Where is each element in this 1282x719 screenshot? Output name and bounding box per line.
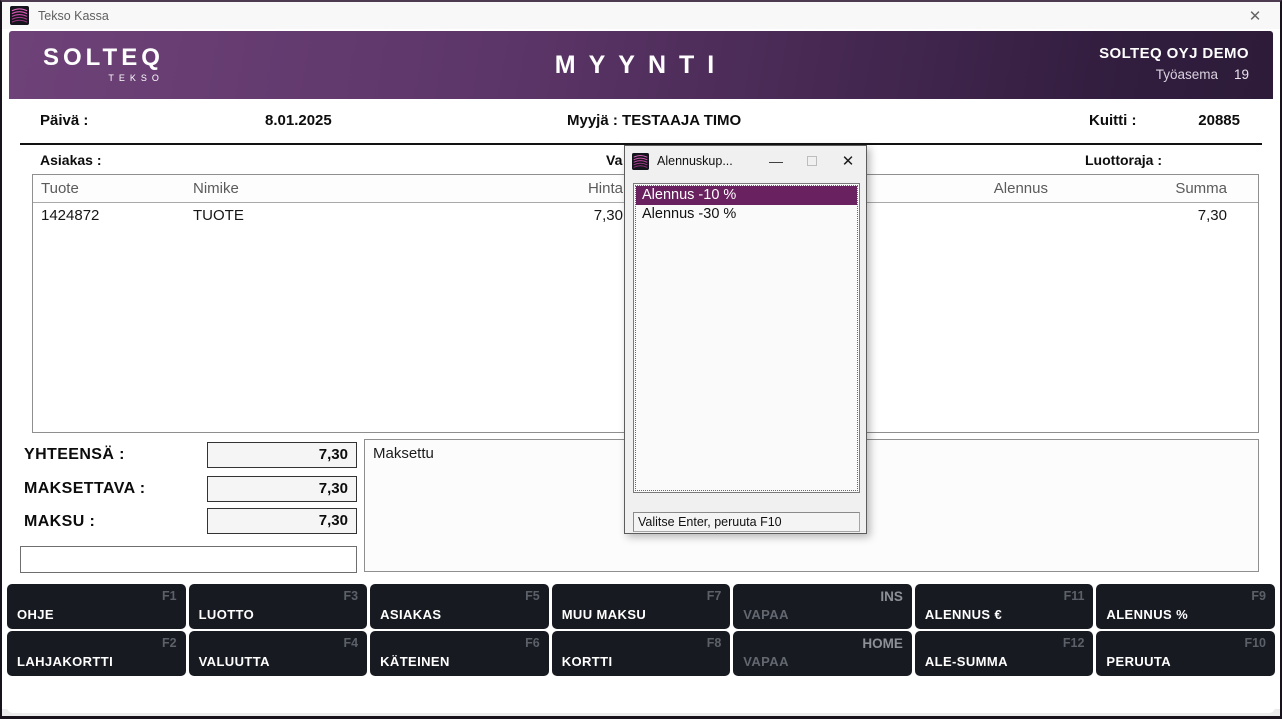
button-vapaa-home: VAPAAHOME [733,631,912,676]
dialog-window-buttons: — ✕ [758,146,866,176]
workstation-value: 19 [1234,67,1249,82]
payment-value-box: 7,30 [207,508,357,534]
button-alennus-prosentti[interactable]: ALENNUS %F9 [1096,584,1275,629]
seller-value: TESTAAJA TIMO [622,112,741,129]
dialog-title: Alennuskup... [657,154,733,168]
cell-hinta: 7,30 [473,203,623,229]
discount-coupon-dialog: Alennuskup... — ✕ Alennus -10 % Alennus … [624,145,867,534]
dialog-status-bar: Valitse Enter, peruuta F10 [633,512,860,532]
credit-limit-label: Luottoraja : [1085,152,1162,168]
col-header-summa: Summa [1048,175,1258,202]
button-ale-summa[interactable]: ALE-SUMMAF12 [915,631,1094,676]
total-value-box: 7,30 [207,442,357,468]
cell-summa: 7,30 [1048,203,1258,229]
entry-input[interactable] [20,546,357,573]
dialog-close-icon[interactable]: ✕ [830,146,866,176]
cell-nimike: TUOTE [193,203,473,229]
date-label: Päivä : [40,112,88,129]
list-item-discount-30[interactable]: Alennus -30 % [636,205,857,224]
seller-label: Myyjä : [567,112,618,129]
button-alennus-euro[interactable]: ALENNUS €F11 [915,584,1094,629]
col-header-nimike: Nimike [193,175,473,202]
receipt-value: 20885 [1152,112,1240,129]
workstation-info: Työasema 19 [1099,67,1249,82]
customer-label: Asiakas : [40,152,101,168]
app-logo-icon [10,6,29,25]
partial-hidden-label: Va [606,152,622,168]
payable-label: MAKSETTAVA : [24,480,146,498]
header-right-info: SOLTEQ OYJ DEMO Työasema 19 [1099,45,1249,82]
button-asiakas[interactable]: ASIAKASF5 [370,584,549,629]
dialog-maximize-icon [794,146,830,176]
payment-label: MAKSU : [24,513,95,531]
date-value: 8.01.2025 [265,112,332,129]
receipt-label: Kuitti : [1089,112,1136,129]
info-row-1: Päivä : 8.01.2025 Myyjä : TESTAAJA TIMO … [2,112,1280,134]
button-muu-maksu[interactable]: MUU MAKSUF7 [552,584,731,629]
payable-value-box: 7,30 [207,476,357,502]
cell-tuote: 1424872 [33,203,193,229]
button-vapaa-ins: VAPAAINS [733,584,912,629]
dialog-titlebar[interactable]: Alennuskup... — ✕ [625,146,866,176]
app-window: Tekso Kassa ✕ SOLTEQ TEKSO MYYNTI SOLTEQ… [0,0,1282,719]
button-peruuta[interactable]: PERUUTAF10 [1096,631,1275,676]
dialog-app-icon [632,153,649,170]
window-title: Tekso Kassa [38,9,109,23]
button-valuutta[interactable]: VALUUTTAF4 [189,631,368,676]
window-titlebar: Tekso Kassa ✕ [2,2,1280,29]
list-item-discount-10[interactable]: Alennus -10 % [636,186,857,205]
workstation-label: Työasema [1156,67,1218,82]
app-header: SOLTEQ TEKSO MYYNTI SOLTEQ OYJ DEMO Työa… [9,31,1273,99]
button-kateinen[interactable]: KÄTEINENF6 [370,631,549,676]
button-ohje[interactable]: OHJEF1 [7,584,186,629]
button-luotto[interactable]: LUOTTOF3 [189,584,368,629]
company-name: SOLTEQ OYJ DEMO [1099,45,1249,62]
total-label: YHTEENSÄ : [24,446,125,464]
page-title: MYYNTI [9,51,1273,80]
col-header-hinta: Hinta [473,175,623,202]
window-close-icon[interactable]: ✕ [1240,7,1270,25]
dialog-minimize-icon[interactable]: — [758,146,794,176]
bottom-input-bar[interactable] [7,682,1275,713]
seller-info: Myyjä : TESTAAJA TIMO [567,112,741,129]
col-header-tuote: Tuote [33,175,193,202]
discount-listbox: Alennus -10 % Alennus -30 % [633,183,860,493]
function-keypad: OHJEF1 LUOTTOF3 ASIAKASF5 MUU MAKSUF7 VA… [7,584,1275,676]
button-kortti[interactable]: KORTTIF8 [552,631,731,676]
button-lahjakortti[interactable]: LAHJAKORTTIF2 [7,631,186,676]
